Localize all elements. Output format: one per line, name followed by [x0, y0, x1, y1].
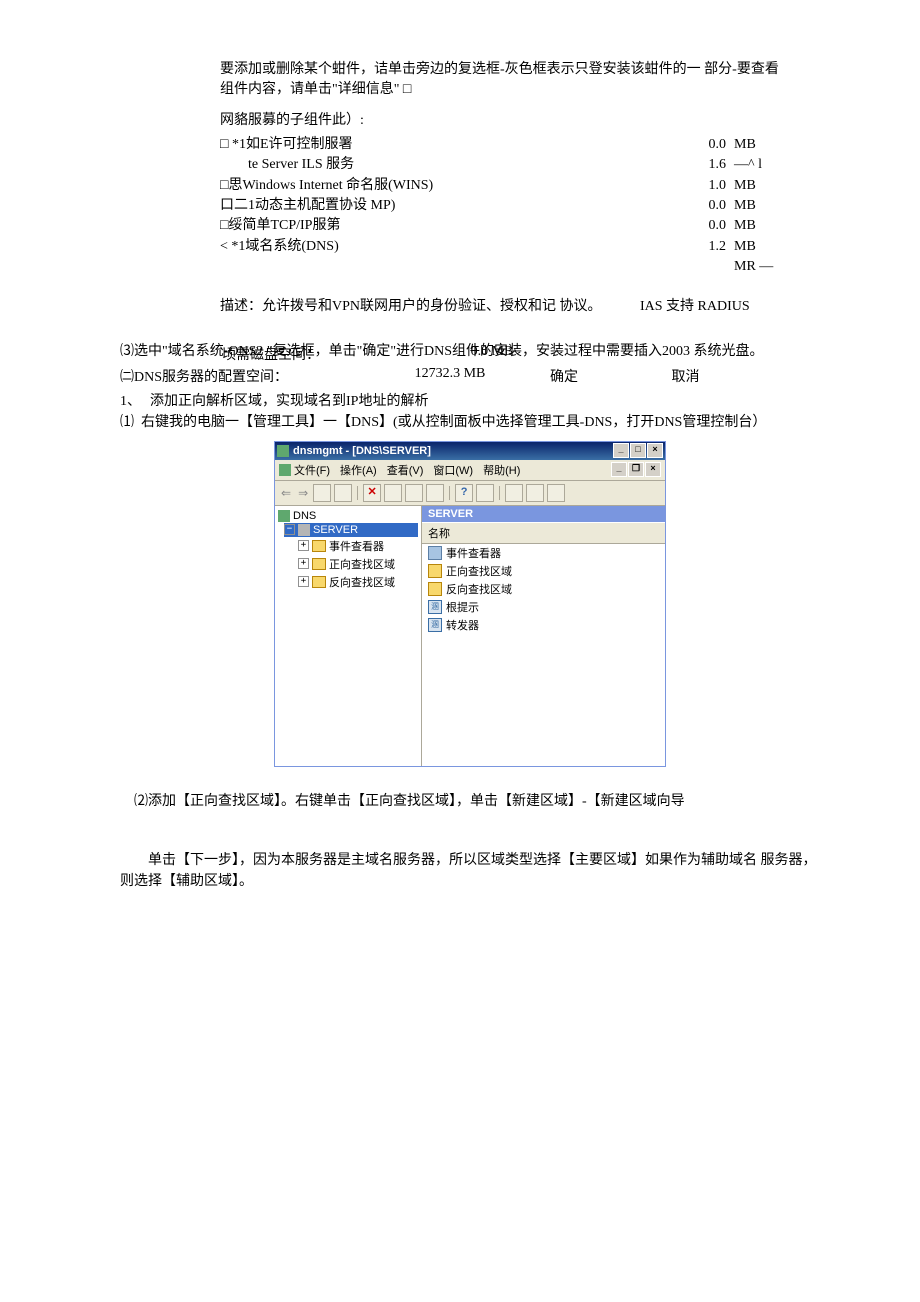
step-1: 1、 添加正向解析区域，实现域名到IP地址的解析 [120, 390, 820, 410]
disk-config-label: ㈡DNS服务器的配置空间： [120, 366, 380, 386]
menu-action[interactable]: 操作(A) [340, 462, 377, 478]
minimize-button[interactable]: _ [613, 443, 629, 458]
ok-button[interactable]: 确定 [550, 370, 578, 385]
event-viewer-icon [428, 546, 442, 560]
tool-icon[interactable] [505, 484, 523, 502]
maximize-button[interactable]: □ [630, 443, 646, 458]
folder-icon [312, 576, 326, 588]
expand-icon[interactable]: + [298, 540, 309, 551]
component-row: □ *1如E许可控制服署 0.0 MB [220, 135, 780, 155]
root-hints-icon: 溷 [428, 600, 442, 614]
folder-icon [428, 582, 442, 596]
delete-icon[interactable]: ✕ [363, 484, 381, 502]
server-icon [298, 524, 310, 536]
menu-window[interactable]: 窗口(W) [433, 462, 473, 478]
list-item[interactable]: 正向查找区域 [422, 562, 665, 580]
tree-root[interactable]: DNS [278, 509, 418, 523]
toolbar: ⇐ ⇒ ✕ ? [275, 481, 665, 506]
dns-root-icon [278, 510, 290, 522]
show-hide-icon[interactable] [334, 484, 352, 502]
component-row: MR — [220, 257, 780, 277]
app-icon [277, 445, 289, 457]
folder-icon [312, 540, 326, 552]
tool-icon[interactable] [547, 484, 565, 502]
child-minimize-button[interactable]: _ [611, 462, 627, 477]
collapse-icon[interactable]: − [284, 524, 295, 535]
component-size: 0.0 [692, 135, 726, 155]
substep-2: ⑵添加【正向查找区域】。右键单击【正向查找区域】，单击【新建区域】-【新建区域向… [134, 791, 820, 812]
list-item[interactable]: 溷 转发器 [422, 616, 665, 634]
subcomponents-label: 网貉服募的子组件此）: [220, 109, 820, 129]
column-header[interactable]: 名称 [422, 522, 665, 544]
properties-icon[interactable] [384, 484, 402, 502]
list-item[interactable]: 溷 根提示 [422, 598, 665, 616]
list-item[interactable]: 反向查找区域 [422, 580, 665, 598]
mmc-icon [279, 464, 291, 476]
expand-icon[interactable]: + [298, 558, 309, 569]
forwarder-icon: 溷 [428, 618, 442, 632]
disk-required-value: 0.0 MB [422, 344, 562, 364]
substep-1: ⑴ 右键我的电脑一【管理工具】一【DNS】(或从控制面板中选择管理工具-DNS，… [120, 412, 820, 433]
tail-paragraph: 单击【下一步】，因为本服务器是主域名服务器，所以区域类型选择【主要区域】如果作为… [120, 850, 820, 892]
component-row: < *1域名系统(DNS) 1.2 MB [220, 237, 780, 257]
menubar: 文件(F) 操作(A) 查看(V) 窗口(W) 帮助(H) _ ❐ × [275, 460, 665, 481]
tree-pane: DNS − SERVER + 事件查看器 + 正向查找区域 [275, 506, 422, 766]
description-text: 描述：允许拨号和VPN联网用户的身份验证、授权和记 协议。 [220, 297, 640, 317]
step-number: 1、 [120, 390, 150, 410]
tree-node[interactable]: + 正向查找区域 [298, 555, 418, 573]
component-row: 口二1动态主机配置协设 MP) 0.0 MB [220, 196, 780, 216]
export-icon[interactable] [426, 484, 444, 502]
window-title: dnsmgmt - [DNS\SERVER] [293, 445, 612, 457]
disk-config-value: 12732.3 MB [380, 366, 520, 386]
description-row: 描述：允许拨号和VPN联网用户的身份验证、授权和记 协议。 IAS 支持 RAD… [220, 297, 820, 317]
refresh-icon[interactable] [405, 484, 423, 502]
dns-console-window: dnsmgmt - [DNS\SERVER] _ □ × 文件(F) 操作(A)… [274, 441, 666, 767]
toolbar-separator [357, 486, 358, 500]
menu-file[interactable]: 文件(F) [294, 462, 330, 478]
step-text: 添加正向解析区域，实现域名到IP地址的解析 [150, 390, 820, 410]
help-icon[interactable]: ? [455, 484, 473, 502]
component-row: □绥简单TCP/IP服第 0.0 MB [220, 216, 780, 236]
expand-icon[interactable]: + [298, 576, 309, 587]
back-icon[interactable]: ⇐ [279, 486, 293, 500]
close-button[interactable]: × [647, 443, 663, 458]
dialog-buttons: 确定 取消 [550, 366, 790, 386]
menu-view[interactable]: 查看(V) [387, 462, 424, 478]
titlebar: dnsmgmt - [DNS\SERVER] _ □ × [275, 442, 665, 460]
list-header: SERVER [422, 506, 665, 522]
tree-node[interactable]: + 事件查看器 [298, 537, 418, 555]
component-label: □ *1如E许可控制服署 [220, 135, 692, 155]
intro-text: 要添加或删除某个蚶件，诘单击旁边的复选框-灰色框表示只登安装该蚶件的一 部分-要… [220, 60, 780, 99]
toolbar-separator [499, 486, 500, 500]
tool-icon[interactable] [476, 484, 494, 502]
up-icon[interactable] [313, 484, 331, 502]
tree-server[interactable]: − SERVER [284, 523, 418, 537]
child-close-button[interactable]: × [645, 462, 661, 477]
list-item[interactable]: 事件查看器 [422, 544, 665, 562]
folder-icon [312, 558, 326, 570]
component-row: te Server ILS 服务 1.6 —^ l [220, 155, 780, 175]
forward-icon[interactable]: ⇒ [296, 486, 310, 500]
component-row: □思Windows Internet 命名服(WINS) 1.0 MB [220, 176, 780, 196]
cancel-button[interactable]: 取消 [672, 370, 700, 385]
description-support: IAS 支持 RADIUS [640, 297, 820, 317]
component-unit: MB [726, 135, 780, 155]
folder-icon [428, 564, 442, 578]
component-list: □ *1如E许可控制服署 0.0 MB te Server ILS 服务 1.6… [220, 135, 780, 277]
disk-required-label: 顷需磁盘空间： [222, 344, 422, 364]
tool-icon[interactable] [526, 484, 544, 502]
child-restore-button[interactable]: ❐ [628, 462, 644, 477]
tree-node[interactable]: + 反向查找区域 [298, 573, 418, 591]
menu-help[interactable]: 帮助(H) [483, 462, 520, 478]
list-pane: SERVER 名称 事件查看器 正向查找区域 反向查找区域 溷 根提示 [422, 506, 665, 766]
toolbar-separator [449, 486, 450, 500]
